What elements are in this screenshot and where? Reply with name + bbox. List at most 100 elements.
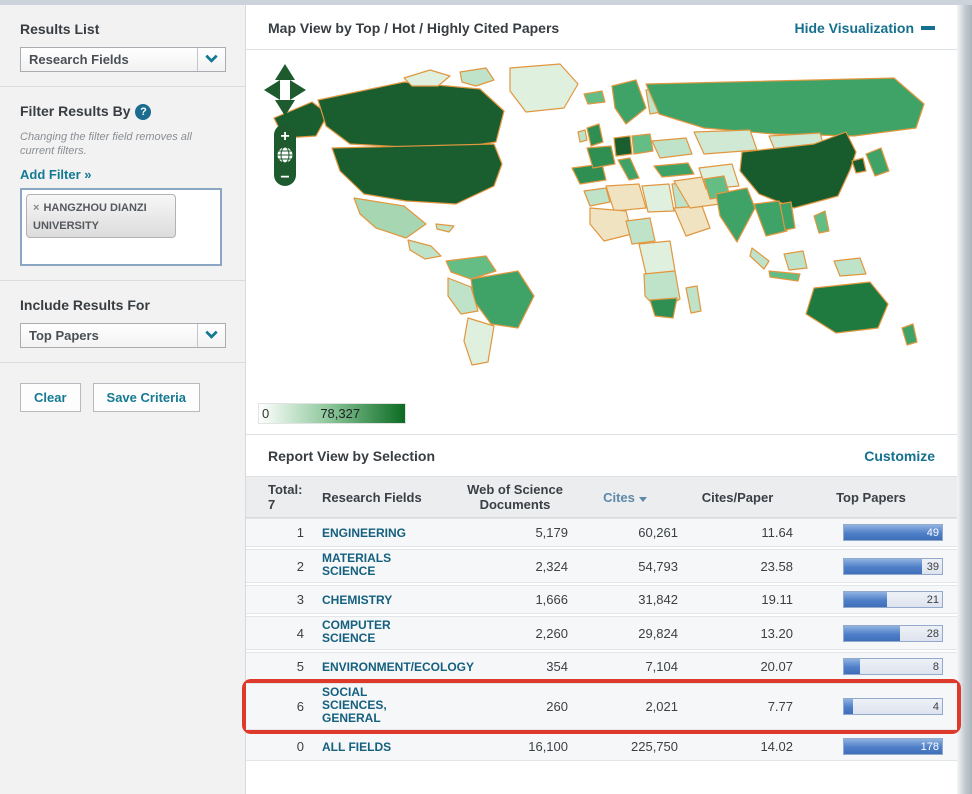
- column-header-cites-per-paper[interactable]: Cites/Paper: [680, 490, 795, 505]
- pan-up-arrow: [275, 64, 295, 80]
- filter-tag-label: HANGZHOU DIANZI UNIVERSITY: [33, 202, 147, 232]
- top-papers-count: 39: [927, 560, 939, 574]
- row-rank: 2: [268, 559, 310, 574]
- row-docs-value: 354: [460, 659, 570, 674]
- map-pan-zoom-controls[interactable]: + −: [262, 62, 308, 188]
- top-papers-count: 28: [927, 627, 939, 641]
- filter-heading-label: Filter Results By: [20, 103, 130, 119]
- map-panel-title: Map View by Top / Hot / Highly Cited Pap…: [268, 20, 559, 36]
- top-papers-bar[interactable]: 49: [843, 524, 943, 541]
- sort-descending-icon: [639, 497, 647, 502]
- clear-button[interactable]: Clear: [20, 383, 81, 412]
- row-docs-value: 1,666: [460, 592, 570, 607]
- row-rank: 0: [268, 739, 310, 754]
- row-cites-value: 60,261: [570, 525, 680, 540]
- page-scrollbar[interactable]: [957, 5, 972, 794]
- world-map-area[interactable]: + − 0 78,327: [246, 50, 957, 434]
- row-top-papers-cell: 21: [795, 591, 947, 608]
- hide-visualization-link[interactable]: Hide Visualization: [794, 20, 935, 36]
- row-top-papers-cell: 39: [795, 558, 947, 575]
- row-top-papers-cell: 8: [795, 658, 947, 675]
- research-field-link[interactable]: SOCIAL SCIENCES, GENERAL: [322, 686, 424, 725]
- top-papers-bar[interactable]: 8: [843, 658, 943, 675]
- research-field-link[interactable]: ENGINEERING: [322, 527, 406, 540]
- save-criteria-button[interactable]: Save Criteria: [93, 383, 201, 412]
- customize-link[interactable]: Customize: [864, 448, 935, 464]
- filter-section: Filter Results By? Changing the filter f…: [0, 87, 245, 281]
- table-row: 3CHEMISTRY1,66631,84219.1121: [246, 585, 957, 614]
- row-field-cell: SOCIAL SCIENCES, GENERAL: [310, 686, 460, 727]
- row-docs-value: 2,260: [460, 626, 570, 641]
- column-header-wos-documents[interactable]: Web of Science Documents: [460, 482, 570, 512]
- research-field-link[interactable]: MATERIALS SCIENCE: [322, 552, 424, 578]
- total-label: Total:: [268, 482, 310, 497]
- top-papers-count: 49: [927, 526, 939, 540]
- include-results-section: Include Results For Top Papers: [0, 281, 245, 363]
- row-field-cell: CHEMISTRY: [310, 591, 460, 609]
- row-top-papers-cell: 49: [795, 524, 947, 541]
- table-row: 0 ALL FIELDS 16,100225,75014.02 178: [246, 732, 957, 761]
- column-header-top-papers[interactable]: Top Papers: [795, 490, 947, 505]
- chevron-down-icon[interactable]: [197, 48, 225, 71]
- top-papers-bar[interactable]: 4: [843, 698, 943, 715]
- row-cites-per-paper-value: 11.64: [680, 525, 795, 540]
- total-count: Total: 7: [268, 482, 310, 512]
- filters-sidebar: Results List Research Fields Filter Resu…: [0, 5, 246, 794]
- row-cites-per-paper-value: 19.11: [680, 592, 795, 607]
- results-list-section: Results List Research Fields: [0, 5, 245, 87]
- results-list-dropdown[interactable]: Research Fields: [20, 47, 226, 72]
- row-cites-value: 54,793: [570, 559, 680, 574]
- legend-min-value: 0: [262, 406, 269, 421]
- top-papers-count: 8: [933, 660, 939, 674]
- highlighted-row-outline: 6SOCIAL SCIENCES, GENERAL2602,0217.774: [246, 683, 957, 730]
- row-docs-value: 16,100: [460, 739, 570, 754]
- top-papers-bar-fill: [844, 659, 860, 674]
- results-list-heading: Results List: [20, 21, 227, 37]
- research-field-link[interactable]: ENVIRONMENT/ECOLOGY: [322, 661, 424, 674]
- row-cites-value: 7,104: [570, 659, 680, 674]
- research-field-link[interactable]: CHEMISTRY: [322, 594, 392, 607]
- row-rank: 5: [268, 659, 310, 674]
- research-field-link[interactable]: COMPUTER SCIENCE: [322, 619, 424, 645]
- column-header-cites-sorted[interactable]: Cites: [570, 490, 680, 505]
- row-cites-per-paper-value: 14.02: [680, 739, 795, 754]
- row-field-cell: ENGINEERING: [310, 524, 460, 542]
- top-papers-bar-fill: [844, 559, 922, 574]
- chevron-down-icon[interactable]: [197, 324, 225, 347]
- add-filter-link[interactable]: Add Filter »: [20, 167, 92, 182]
- top-papers-count: 178: [921, 740, 939, 754]
- row-field-cell: ENVIRONMENT/ECOLOGY: [310, 658, 460, 676]
- sidebar-buttons: Clear Save Criteria: [0, 363, 245, 412]
- report-panel-title: Report View by Selection: [268, 448, 435, 464]
- top-papers-bar[interactable]: 21: [843, 591, 943, 608]
- include-results-dropdown[interactable]: Top Papers: [20, 323, 226, 348]
- help-icon[interactable]: ?: [135, 104, 151, 120]
- table-row: 5 ENVIRONMENT/ECOLOGY 3547,10420.07 8: [246, 652, 957, 681]
- row-cites-per-paper-value: 20.07: [680, 659, 795, 674]
- cites-header-label: Cites: [603, 490, 635, 505]
- row-field-cell: ALL FIELDS: [310, 738, 460, 756]
- row-top-papers-cell: 178: [795, 738, 947, 755]
- filter-tag[interactable]: ×HANGZHOU DIANZI UNIVERSITY: [26, 194, 176, 238]
- world-map[interactable]: [254, 56, 946, 386]
- row-top-papers-cell: 4: [795, 698, 947, 715]
- row-cites-value: 2,021: [570, 699, 680, 714]
- top-papers-count: 21: [927, 593, 939, 607]
- table-row: 6SOCIAL SCIENCES, GENERAL2602,0217.774: [246, 683, 957, 730]
- top-papers-bar[interactable]: 39: [843, 558, 943, 575]
- map-color-legend: 0 78,327: [258, 403, 406, 424]
- active-filters-box: ×HANGZHOU DIANZI UNIVERSITY: [20, 188, 222, 266]
- column-header-research-fields[interactable]: Research Fields: [310, 490, 460, 505]
- row-cites-value: 225,750: [570, 739, 680, 754]
- minus-icon: [921, 26, 935, 30]
- research-field-link[interactable]: ALL FIELDS: [322, 741, 391, 754]
- results-table-header: Total: 7 Research Fields Web of Science …: [246, 476, 957, 518]
- zoom-in-icon: +: [280, 128, 289, 145]
- top-papers-count: 4: [933, 700, 939, 714]
- remove-filter-icon[interactable]: ×: [33, 202, 39, 214]
- top-papers-bar[interactable]: 28: [843, 625, 943, 642]
- legend-max-value: 78,327: [320, 406, 360, 421]
- top-papers-bar[interactable]: 178: [843, 738, 943, 755]
- row-cites-value: 29,824: [570, 626, 680, 641]
- top-papers-bar-fill: [844, 592, 887, 607]
